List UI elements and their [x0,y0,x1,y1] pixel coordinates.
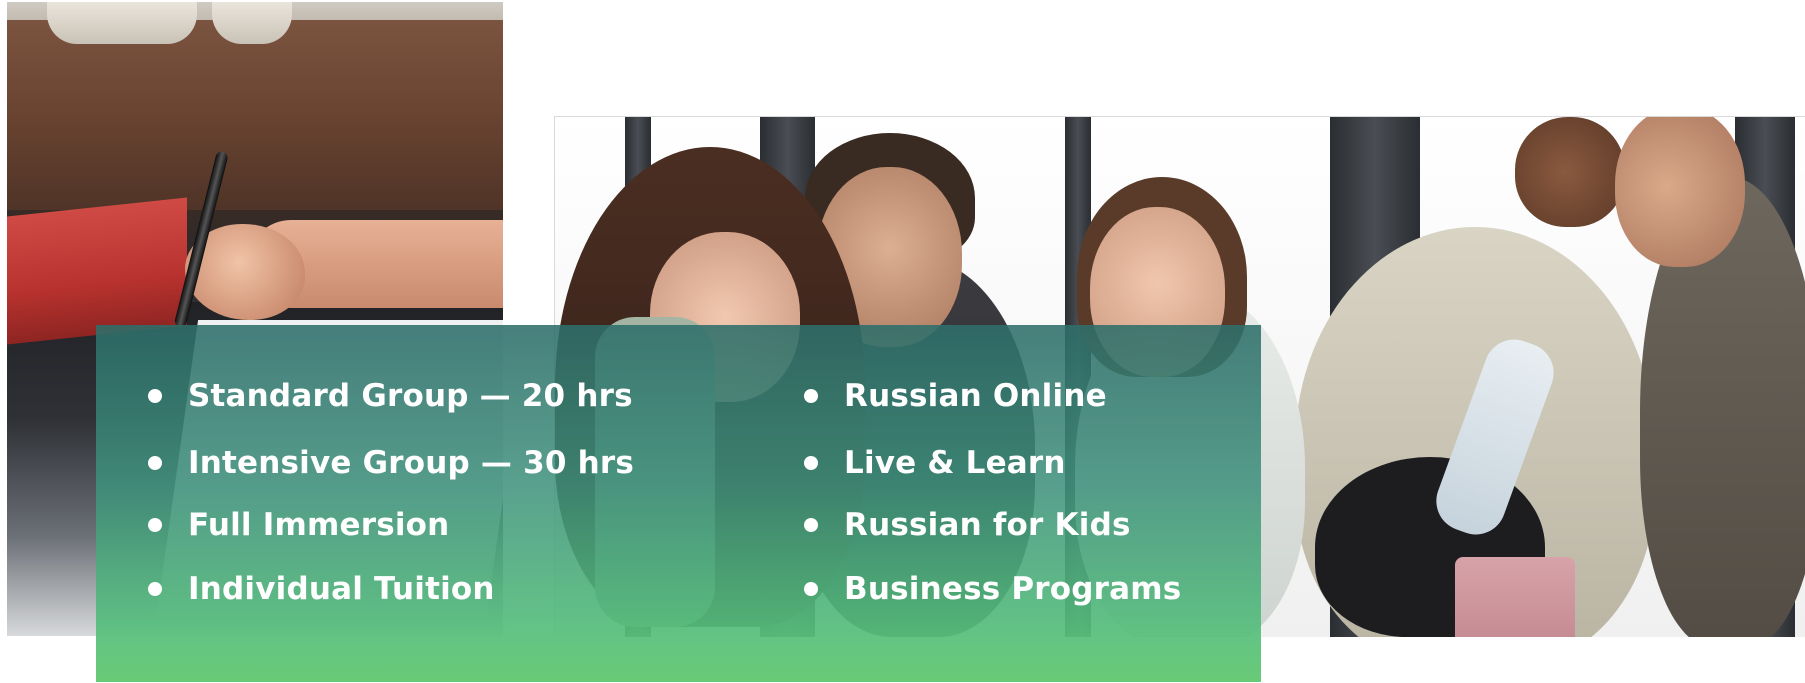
course-label: Individual Tuition [188,571,495,607]
bullet-icon [804,389,818,403]
bullet-icon [804,518,818,532]
bullet-icon [804,456,818,470]
course-label: Russian for Kids [844,507,1131,543]
course-label: Russian Online [844,378,1107,414]
course-label: Standard Group — 20 hrs [188,378,633,414]
bullet-icon [148,518,162,532]
courses-panel: Standard Group — 20 hrs Intensive Group … [96,325,1261,682]
course-label: Business Programs [844,571,1182,607]
page: Standard Group — 20 hrs Intensive Group … [0,0,1805,683]
course-label: Live & Learn [844,445,1066,481]
course-item-full-immersion[interactable]: Full Immersion [148,507,634,543]
bullet-icon [148,582,162,596]
bullet-icon [148,456,162,470]
course-item-individual-tuition[interactable]: Individual Tuition [148,571,634,607]
course-item-russian-online[interactable]: Russian Online [804,378,1181,414]
course-label: Intensive Group — 30 hrs [188,445,635,481]
red-book [7,197,187,345]
courses-list-left: Standard Group — 20 hrs Intensive Group … [148,378,635,607]
courses-list-right: Russian Online Live & Learn Russian for … [804,378,1182,607]
cup [1455,557,1575,637]
course-item-intensive-group[interactable]: Intensive Group — 30 hrs [148,445,635,481]
course-item-business-programs[interactable]: Business Programs [804,571,1182,607]
course-item-russian-for-kids[interactable]: Russian for Kids [804,507,1181,543]
course-item-standard-group[interactable]: Standard Group — 20 hrs [148,378,634,414]
course-item-live-and-learn[interactable]: Live & Learn [804,445,1181,481]
bullet-icon [148,389,162,403]
course-label: Full Immersion [188,507,450,543]
bullet-icon [804,582,818,596]
